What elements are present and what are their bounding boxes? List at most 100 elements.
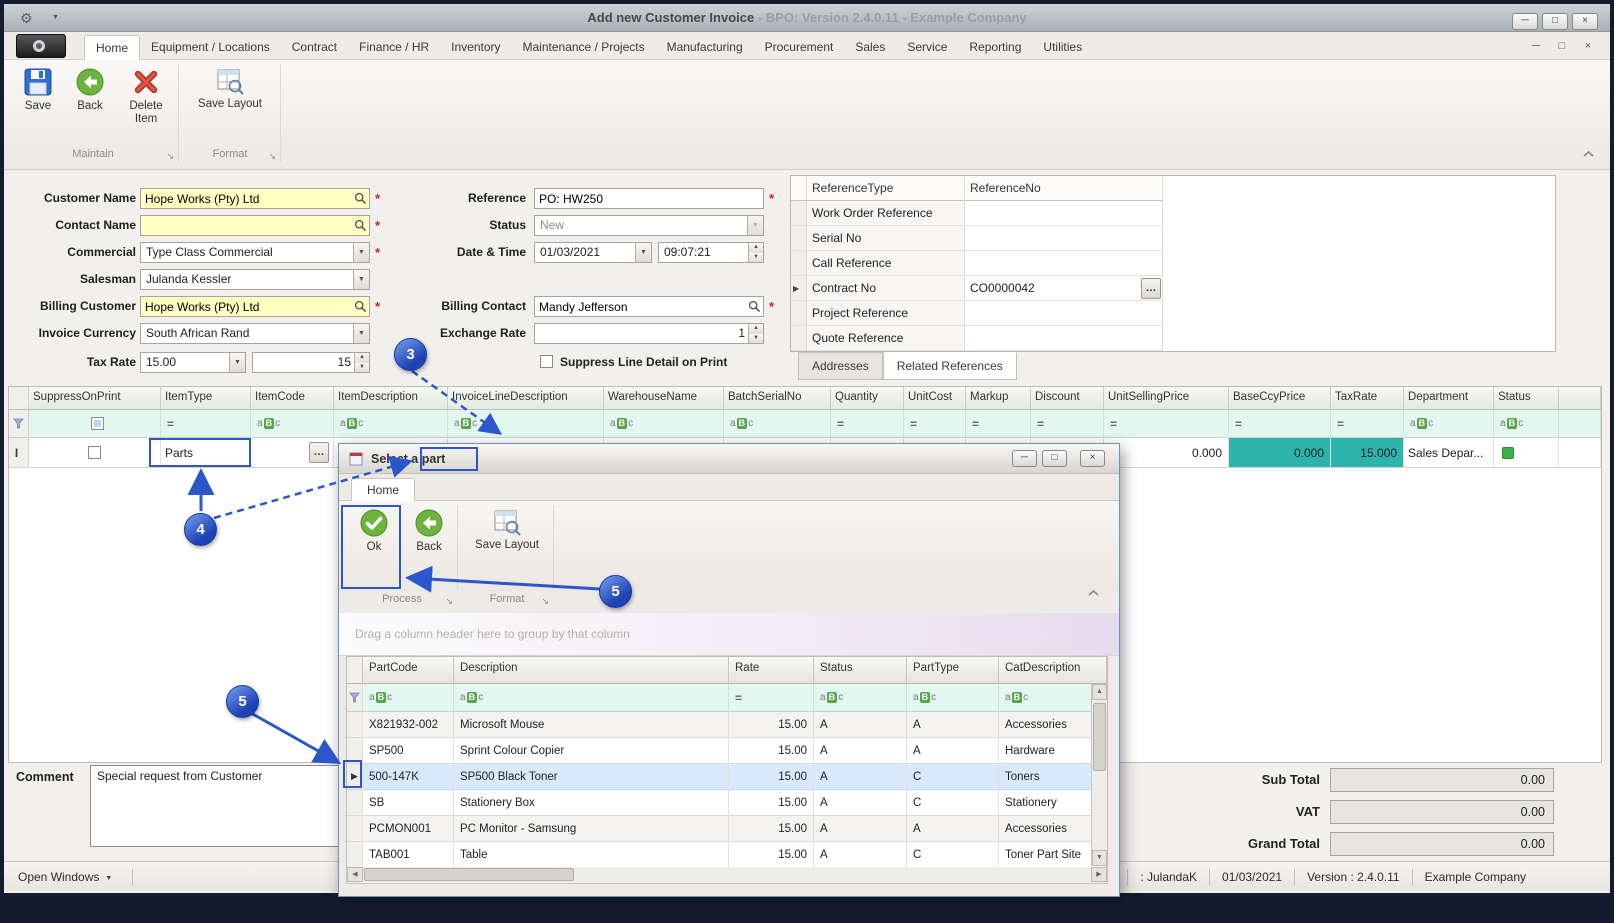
- description-cell[interactable]: SP500 Black Toner: [454, 764, 729, 790]
- rate-cell[interactable]: 15.00: [729, 764, 814, 790]
- part-type-cell[interactable]: A: [907, 816, 999, 842]
- spin-down-icon[interactable]: ▼: [749, 333, 763, 343]
- application-menu-button[interactable]: [16, 34, 66, 58]
- reference-type-cell[interactable]: Contract No: [807, 276, 965, 301]
- dropdown-arrow-icon[interactable]: ▼: [229, 353, 245, 372]
- date-field[interactable]: 01/03/2021 ▼: [534, 242, 652, 263]
- part-type-cell[interactable]: A: [907, 712, 999, 738]
- exchange-rate-field[interactable]: 1 ▲ ▼: [534, 323, 764, 344]
- reference-row[interactable]: Serial No: [791, 226, 1555, 251]
- filter-cell[interactable]: =: [161, 410, 251, 438]
- tab-addresses[interactable]: Addresses: [798, 352, 883, 380]
- ribbon-collapse-icon[interactable]: [1582, 150, 1595, 158]
- status-cell[interactable]: A: [814, 842, 907, 868]
- reference-input[interactable]: [535, 189, 763, 208]
- part-type-cell[interactable]: C: [907, 790, 999, 816]
- spinner[interactable]: ▲ ▼: [354, 353, 369, 372]
- reference-no-cell[interactable]: [965, 251, 1163, 276]
- reference-row[interactable]: Work Order Reference: [791, 201, 1555, 226]
- column-header[interactable]: Markup: [966, 387, 1031, 410]
- rate-cell[interactable]: 15.00: [729, 790, 814, 816]
- reference-row-contract[interactable]: ▶ Contract No CO0000042 …: [791, 276, 1555, 301]
- customer-name-input[interactable]: [141, 189, 369, 208]
- filter-cell[interactable]: aBc: [1404, 410, 1494, 438]
- reference-type-cell[interactable]: Serial No: [807, 226, 965, 251]
- part-type-cell[interactable]: A: [907, 738, 999, 764]
- column-header[interactable]: PartType: [907, 657, 999, 684]
- column-header[interactable]: WarehouseName: [604, 387, 724, 410]
- column-header[interactable]: SuppressOnPrint: [29, 387, 161, 410]
- restore-button[interactable]: □: [1542, 13, 1568, 30]
- part-row[interactable]: SB Stationery Box 15.00 A C Stationery: [347, 790, 1107, 816]
- scroll-left-button[interactable]: ◀: [347, 867, 363, 882]
- tab-home[interactable]: Home: [84, 35, 141, 60]
- status-cell[interactable]: A: [814, 712, 907, 738]
- reference-type-cell[interactable]: Work Order Reference: [807, 201, 965, 226]
- dialog-restore-button[interactable]: □: [1042, 450, 1067, 467]
- search-icon[interactable]: [354, 219, 367, 232]
- status-cell[interactable]: A: [814, 764, 907, 790]
- filter-cell[interactable]: =: [1229, 410, 1331, 438]
- minimize-button[interactable]: ─: [1512, 13, 1538, 30]
- description-cell[interactable]: Sprint Colour Copier: [454, 738, 729, 764]
- reference-no-cell[interactable]: [965, 226, 1163, 251]
- filter-cell[interactable]: =: [1031, 410, 1104, 438]
- tab-maintenance-projects[interactable]: Maintenance / Projects: [512, 35, 656, 60]
- scroll-up-button[interactable]: ▲: [1092, 684, 1107, 700]
- reference-no-column-header[interactable]: ReferenceNo: [965, 176, 1163, 201]
- group-launcher-icon[interactable]: ↘: [541, 593, 549, 610]
- tab-procurement[interactable]: Procurement: [754, 35, 845, 60]
- billing-customer-input[interactable]: [141, 297, 369, 316]
- tab-related-references[interactable]: Related References: [882, 352, 1017, 380]
- commercial-combo[interactable]: Type Class Commercial ▼: [140, 242, 370, 263]
- base-ccy-price-cell[interactable]: 0.000: [1229, 438, 1331, 468]
- description-cell[interactable]: PC Monitor - Samsung: [454, 816, 729, 842]
- part-code-cell[interactable]: X821932-002: [363, 712, 454, 738]
- reference-no-cell[interactable]: [965, 301, 1163, 326]
- column-header[interactable]: UnitSellingPrice: [1104, 387, 1229, 410]
- tax-rate-cell[interactable]: 15.000: [1331, 438, 1404, 468]
- billing-contact-field[interactable]: [534, 296, 764, 317]
- item-lookup-ellipsis-button[interactable]: …: [309, 442, 329, 463]
- part-row[interactable]: SP500 Sprint Colour Copier 15.00 A A Har…: [347, 738, 1107, 764]
- tab-sales[interactable]: Sales: [844, 35, 896, 60]
- tab-finance-hr[interactable]: Finance / HR: [348, 35, 440, 60]
- rate-cell[interactable]: 15.00: [729, 738, 814, 764]
- contract-lookup-ellipsis-button[interactable]: …: [1141, 277, 1161, 299]
- billing-contact-input[interactable]: [535, 297, 763, 316]
- search-icon[interactable]: [354, 300, 367, 313]
- scroll-down-button[interactable]: ▼: [1092, 850, 1107, 866]
- status-cell[interactable]: A: [814, 816, 907, 842]
- ribbon-restore-icon[interactable]: □: [1552, 40, 1572, 52]
- dropdown-arrow-icon[interactable]: ▼: [353, 270, 369, 289]
- save-layout-button[interactable]: Save Layout: [188, 66, 272, 111]
- column-header[interactable]: Status: [814, 657, 907, 684]
- column-header[interactable]: BaseCcyPrice: [1229, 387, 1331, 410]
- reference-type-cell[interactable]: Project Reference: [807, 301, 965, 326]
- tab-inventory[interactable]: Inventory: [440, 35, 511, 60]
- filter-cell[interactable]: aBc: [1494, 410, 1559, 438]
- reference-type-cell[interactable]: Quote Reference: [807, 326, 965, 351]
- filter-cell[interactable]: aBc: [334, 410, 448, 438]
- ribbon-close-icon[interactable]: ×: [1578, 40, 1598, 52]
- reference-no-cell[interactable]: [965, 201, 1163, 226]
- delete-item-button[interactable]: Delete Item: [118, 66, 174, 126]
- dropdown-arrow-icon[interactable]: ▼: [635, 243, 651, 262]
- group-by-panel[interactable]: Drag a column header here to group by th…: [339, 613, 1119, 656]
- filter-checkbox-icon[interactable]: [91, 417, 104, 430]
- column-header[interactable]: Status: [1494, 387, 1559, 410]
- department-cell[interactable]: Sales Depar...: [1404, 438, 1494, 468]
- description-cell[interactable]: Microsoft Mouse: [454, 712, 729, 738]
- column-header[interactable]: Department: [1404, 387, 1494, 410]
- filter-cell[interactable]: =: [1104, 410, 1229, 438]
- status-combo[interactable]: New ▼: [534, 215, 764, 236]
- filter-cell[interactable]: aBc: [454, 684, 729, 712]
- tab-reporting[interactable]: Reporting: [958, 35, 1032, 60]
- scroll-right-button[interactable]: ▶: [1091, 867, 1107, 882]
- reference-type-column-header[interactable]: ReferenceType: [807, 176, 965, 201]
- salesman-combo[interactable]: Julanda Kessler ▼: [140, 269, 370, 290]
- reference-row[interactable]: Quote Reference: [791, 326, 1555, 351]
- scrollbar-thumb[interactable]: [364, 868, 574, 881]
- back-button[interactable]: Back: [66, 66, 114, 113]
- billing-customer-field[interactable]: [140, 296, 370, 317]
